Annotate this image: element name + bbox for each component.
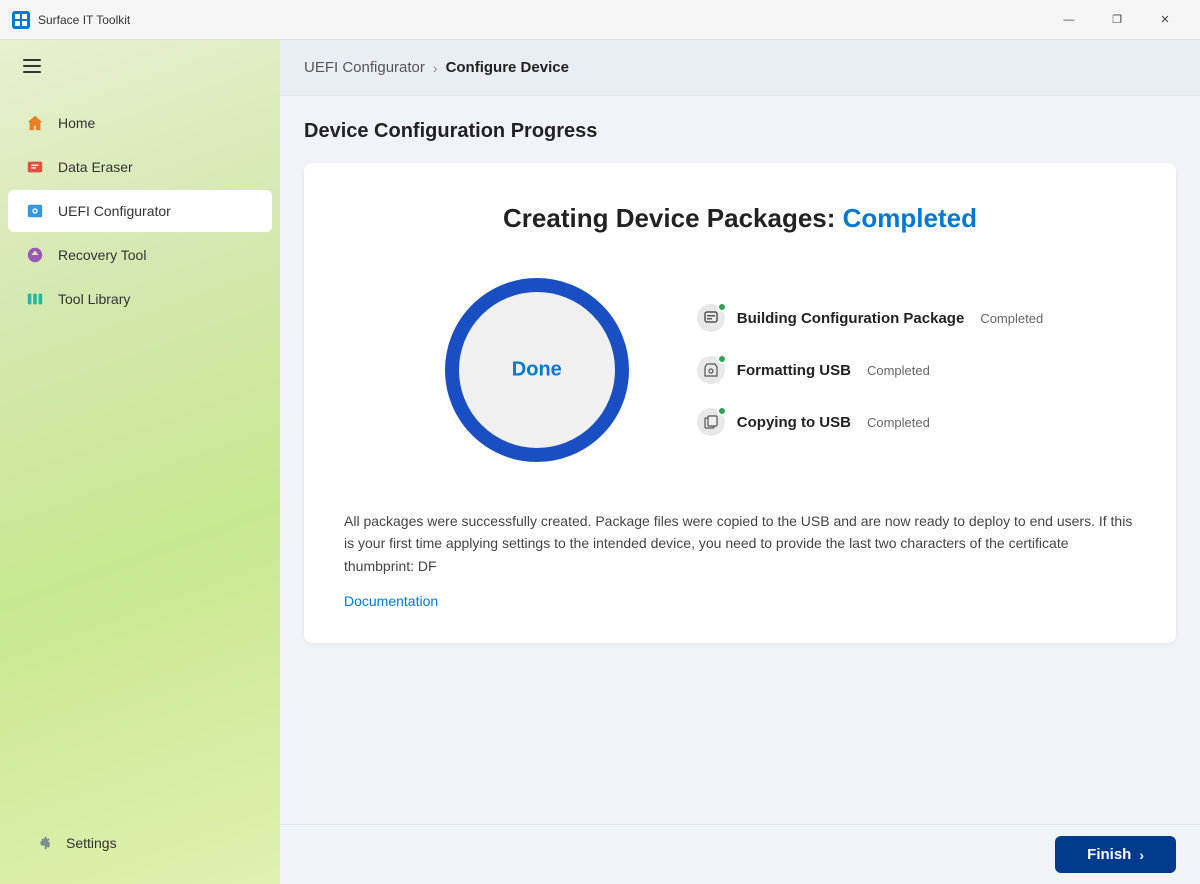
sidebar-item-settings[interactable]: Settings [16,822,264,864]
step-formatting-icon-wrap [697,356,725,384]
finish-label: Finish [1087,846,1131,863]
completed-label: Completed [843,203,977,233]
nav-items: Home Data Eraser UEFI Configurator Recov… [0,92,280,808]
sidebar-item-uefi-configurator[interactable]: UEFI Configurator [8,190,272,232]
hamburger-line-2 [23,65,41,67]
breadcrumb-parent: UEFI Configurator [304,59,425,76]
sidebar-footer: Settings [0,808,280,884]
sidebar: Home Data Eraser UEFI Configurator Recov… [0,40,280,884]
sidebar-item-recovery-tool[interactable]: Recovery Tool [8,234,272,276]
steps-list: Building Configuration Package Completed… [697,304,1043,436]
step-copying-dot [717,406,727,416]
breadcrumb-current: Configure Device [446,59,569,76]
progress-card: Creating Device Packages: Completed Done [304,163,1176,643]
main-content: UEFI Configurator › Configure Device Dev… [280,40,1200,884]
step-copying-status: Completed [867,415,930,430]
library-icon [24,288,46,310]
window-controls: — ❐ ✕ [1046,4,1188,36]
close-button[interactable]: ✕ [1142,4,1188,36]
step-building-name: Building Configuration Package [737,310,965,327]
maximize-button[interactable]: ❐ [1094,4,1140,36]
erase-icon [24,156,46,178]
breadcrumb-bar: UEFI Configurator › Configure Device [280,40,1200,96]
description-text: All packages were successfully created. … [344,510,1136,577]
step-building-dot [717,302,727,312]
sidebar-item-uefi-label: UEFI Configurator [58,203,171,219]
sidebar-item-recovery-label: Recovery Tool [58,247,146,263]
sidebar-item-settings-label: Settings [66,835,117,851]
minimize-button[interactable]: — [1046,4,1092,36]
step-copying-name: Copying to USB [737,414,851,431]
step-building-status: Completed [980,311,1043,326]
hamburger-button[interactable] [16,50,48,82]
settings-icon [32,832,54,854]
sidebar-item-data-eraser[interactable]: Data Eraser [8,146,272,188]
app-title: Surface IT Toolkit [38,13,130,27]
recovery-icon [24,244,46,266]
sidebar-item-home-label: Home [58,115,95,131]
hamburger-line-3 [23,71,41,73]
step-copying: Copying to USB Completed [697,408,1043,436]
sidebar-item-home[interactable]: Home [8,102,272,144]
documentation-link[interactable]: Documentation [344,593,438,609]
sidebar-item-library-label: Tool Library [58,291,130,307]
step-formatting-status: Completed [867,363,930,378]
progress-heading-text: Creating Device Packages: [503,203,835,233]
step-building-icon-wrap [697,304,725,332]
finish-arrow-icon: › [1139,847,1144,863]
finish-button[interactable]: Finish › [1055,836,1176,873]
page-title: Device Configuration Progress [304,120,1176,143]
progress-circle-container: Done [437,270,637,470]
step-building: Building Configuration Package Completed [697,304,1043,332]
sidebar-item-data-eraser-label: Data Eraser [58,159,133,175]
hamburger-line-1 [23,59,41,61]
circle-done-label: Done [512,359,562,382]
sidebar-item-tool-library[interactable]: Tool Library [8,278,272,320]
step-formatting: Formatting USB Completed [697,356,1043,384]
sidebar-header [0,40,280,92]
page-content: Device Configuration Progress Creating D… [280,96,1200,824]
step-copying-icon-wrap [697,408,725,436]
step-formatting-name: Formatting USB [737,362,851,379]
title-bar-left: Surface IT Toolkit [12,11,130,29]
title-bar: Surface IT Toolkit — ❐ ✕ [0,0,1200,40]
progress-heading: Creating Device Packages: Completed [344,203,1136,234]
uefi-icon [24,200,46,222]
breadcrumb-separator: › [433,60,438,76]
app-icon [12,11,30,29]
step-formatting-dot [717,354,727,364]
page-footer: Finish › [280,824,1200,884]
home-icon [24,112,46,134]
progress-visual: Done Building Configuration Package [344,270,1136,470]
app-body: Home Data Eraser UEFI Configurator Recov… [0,40,1200,884]
